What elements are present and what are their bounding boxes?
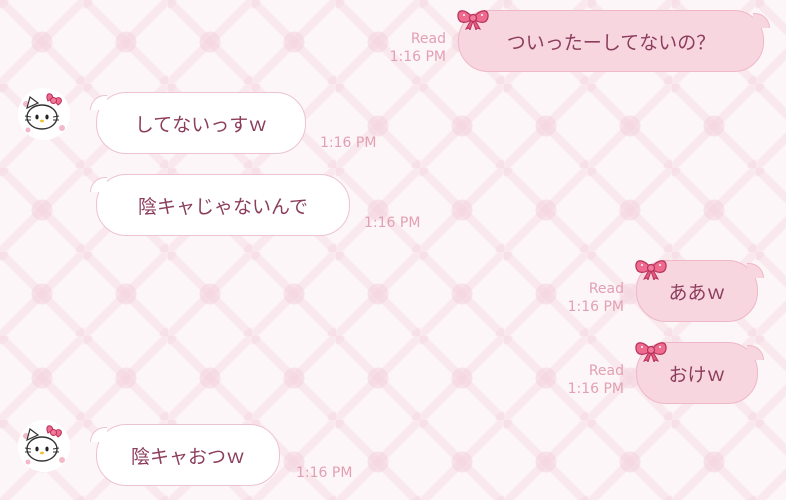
- message-text: 陰キャじゃないんで: [137, 195, 309, 218]
- avatar[interactable]: [18, 88, 70, 140]
- message-bubble-incoming[interactable]: してないっすｗ: [90, 92, 306, 154]
- ribbon-bow-icon: [635, 342, 667, 362]
- message-time: 1:16 PM: [296, 465, 353, 481]
- read-receipt: Read 1:16 PM: [567, 363, 624, 397]
- message-text: おけｗ: [668, 363, 726, 386]
- message-bubble-incoming[interactable]: 陰キャじゃないんで: [90, 174, 350, 236]
- message-bubble-outgoing[interactable]: ついったーしてないの？: [458, 10, 770, 72]
- ribbon-bow-icon: [457, 10, 489, 30]
- read-receipt: Read 1:16 PM: [389, 31, 446, 65]
- message-bubble-incoming[interactable]: 陰キャおつｗ: [90, 424, 280, 486]
- message-text: ついったーしてないの？: [506, 31, 716, 54]
- avatar[interactable]: [18, 420, 70, 472]
- message-text: 陰キャおつｗ: [130, 445, 245, 468]
- message-text: ああｗ: [668, 281, 726, 304]
- ribbon-bow-icon: [635, 260, 667, 280]
- message-time: 1:16 PM: [320, 135, 377, 151]
- read-receipt: Read 1:16 PM: [567, 281, 624, 315]
- message-text: してないっすｗ: [134, 113, 268, 136]
- message-time: 1:16 PM: [364, 215, 421, 231]
- chat-thread[interactable]: Read 1:16 PM ついったーしてないの？ してないっすｗ 1:16 PM…: [0, 0, 786, 500]
